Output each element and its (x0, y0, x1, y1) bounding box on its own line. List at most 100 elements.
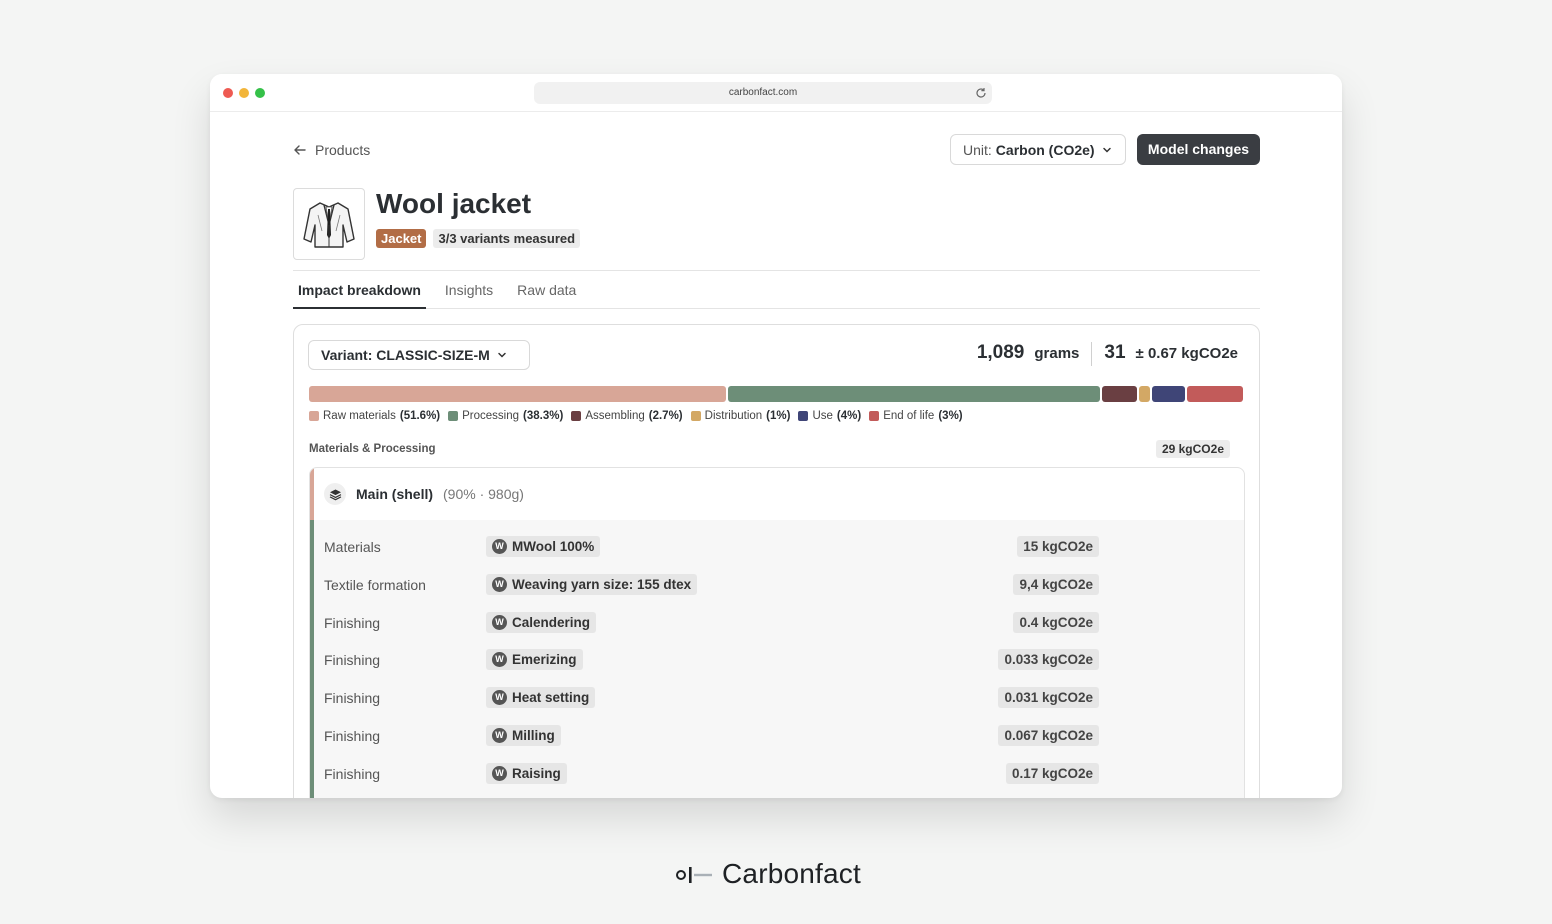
impact-stacked-bar (309, 386, 1243, 402)
maximize-window-dot[interactable] (255, 88, 265, 98)
row-label: Materials (324, 539, 381, 555)
legend-percent: (4%) (836, 410, 862, 422)
co2-uncertainty: ± 0.67 kgCO2e (1135, 345, 1238, 362)
legend-label: Raw materials (323, 410, 396, 422)
section-total-badge: 29 kgCO2e (1155, 440, 1230, 458)
totals-separator (1091, 342, 1093, 366)
row-label: Finishing (324, 652, 381, 669)
process-chip[interactable]: W Raising (486, 762, 567, 784)
tab-impact-breakdown[interactable]: Impact breakdown (293, 271, 426, 309)
impact-bar-segment[interactable] (728, 386, 1100, 402)
url-text: carbonfact.com (728, 87, 798, 98)
browser-window: carbonfact.com Products Unit: Carbon (CO… (210, 74, 1342, 798)
legend-percent: (38.3%) (523, 410, 564, 422)
legend-item: Raw materials (51.6%) (309, 410, 440, 422)
product-badges: Jacket 3/3 variants measured (376, 229, 581, 248)
legend-percent: (1%) (766, 410, 791, 422)
section-title: Materials & Processing (309, 443, 436, 455)
row-value-badge: 9,4 kgCO2e (1013, 573, 1099, 595)
w-icon: W (492, 765, 507, 781)
tab-bar: Impact breakdown Insights Raw data (293, 271, 1260, 309)
chevron-down-icon (498, 352, 506, 358)
co2-value: 31 (1104, 342, 1126, 363)
unit-select[interactable]: Unit: Carbon (CO2e) (950, 134, 1126, 165)
legend-swatch (798, 411, 809, 421)
weight-value: 1,089 (976, 342, 1025, 363)
legend-label: End of life (883, 410, 935, 422)
back-link-label: Products (315, 142, 371, 158)
legend-label: Assembling (585, 410, 645, 422)
w-icon: W (492, 728, 507, 743)
legend-label: Use (812, 410, 833, 422)
legend-percent: (2.7%) (648, 410, 683, 422)
legend-item: End of life (3%) (869, 410, 963, 422)
carbonfact-logo-icon (676, 867, 712, 883)
process-chip-label: Raising (512, 765, 561, 781)
row-label: Textile formation (324, 576, 426, 593)
material-title: Main (shell) (356, 486, 434, 502)
impact-legend: Raw materials (51.6%) Processing (38.3%) Ass… (309, 410, 963, 422)
process-chip[interactable]: W Weaving yarn size: 155 dtex (486, 573, 698, 595)
tab-insights[interactable]: Insights (440, 271, 498, 309)
row-label: Finishing (324, 690, 381, 707)
unit-prefix: Unit: (963, 141, 992, 158)
process-chip[interactable]: W Emerizing (486, 649, 583, 671)
material-row: Finishing W Raising 0.17 kgCO2e (314, 755, 1244, 793)
w-icon: W (492, 690, 507, 706)
process-chip-label: Emerizing (512, 652, 577, 668)
model-changes-button[interactable]: Model changes (1137, 134, 1260, 165)
material-row: Finishing W Emerizing 0.033 kgCO2e (314, 641, 1244, 679)
brand-footer: Carbonfact (676, 858, 861, 890)
material-header[interactable]: Main (shell) (90% · 980g) (314, 468, 1244, 520)
legend-item: Use (4%) (798, 410, 861, 422)
category-badge: Jacket (376, 229, 427, 248)
legend-swatch (690, 411, 701, 421)
material-row: Materials W MWool 100% 15 kgCO2e (314, 528, 1244, 566)
process-chip[interactable]: W Heat setting (486, 687, 596, 709)
legend-item: Distribution (1%) (690, 410, 791, 422)
impact-bar-segment[interactable] (1138, 386, 1150, 402)
material-row: Finishing W Milling 0.067 kgCO2e (314, 717, 1244, 755)
minimize-window-dot[interactable] (239, 88, 249, 98)
back-to-products-link[interactable]: Products (293, 140, 370, 160)
material-card[interactable]: Main (shell) (90% · 980g) Materials W MWoo… (309, 467, 1245, 798)
tab-raw-data[interactable]: Raw data (512, 271, 581, 309)
totals: 1,089 grams 31 ± 0.67 kgCO2e (977, 342, 1238, 366)
weight-unit: grams (1034, 345, 1080, 362)
w-icon: W (492, 539, 507, 554)
legend-percent: (3%) (938, 410, 963, 422)
w-icon: W (492, 614, 507, 630)
row-value-badge: 0.4 kgCO2e (1013, 611, 1099, 633)
impact-bar-segment[interactable] (309, 386, 727, 402)
legend-item: Assembling (2.7%) (571, 410, 683, 422)
browser-titlebar: carbonfact.com (210, 74, 1342, 112)
process-chip[interactable]: W MWool 100% (486, 536, 601, 557)
row-label: Finishing (324, 614, 381, 631)
legend-item: Processing (38.3%) (448, 410, 563, 422)
legend-label: Processing (462, 410, 520, 422)
jacket-icon (303, 202, 355, 248)
material-row: Textile formation W Weaving yarn size: 155… (314, 566, 1244, 604)
w-icon: W (492, 652, 507, 668)
row-value-badge: 0.17 kgCO2e (1005, 762, 1099, 784)
process-chip-label: Heat setting (512, 690, 590, 706)
variants-badge: 3/3 variants measured (433, 229, 581, 248)
process-chip-label: Calendering (512, 614, 591, 630)
reload-icon[interactable] (974, 86, 988, 100)
impact-bar-segment[interactable] (1187, 386, 1243, 402)
product-title: Wool jacket (376, 188, 532, 219)
row-label: Finishing (324, 765, 381, 782)
impact-bar-segment[interactable] (1151, 386, 1186, 402)
process-chip[interactable]: W Milling (486, 725, 561, 746)
legend-swatch (448, 411, 459, 421)
process-chip-label: Weaving yarn size: 155 dtex (512, 576, 692, 592)
url-bar[interactable]: carbonfact.com (534, 82, 992, 104)
product-thumbnail (293, 188, 365, 260)
variant-select[interactable]: Variant: CLASSIC-SIZE-M (308, 340, 530, 370)
process-chip[interactable]: W Calendering (486, 611, 597, 633)
close-window-dot[interactable] (223, 88, 233, 98)
legend-label: Distribution (704, 410, 763, 422)
row-value-badge: 0.033 kgCO2e (998, 649, 1099, 671)
impact-bar-segment[interactable] (1101, 386, 1137, 402)
process-chip-label: MWool 100% (512, 539, 595, 554)
